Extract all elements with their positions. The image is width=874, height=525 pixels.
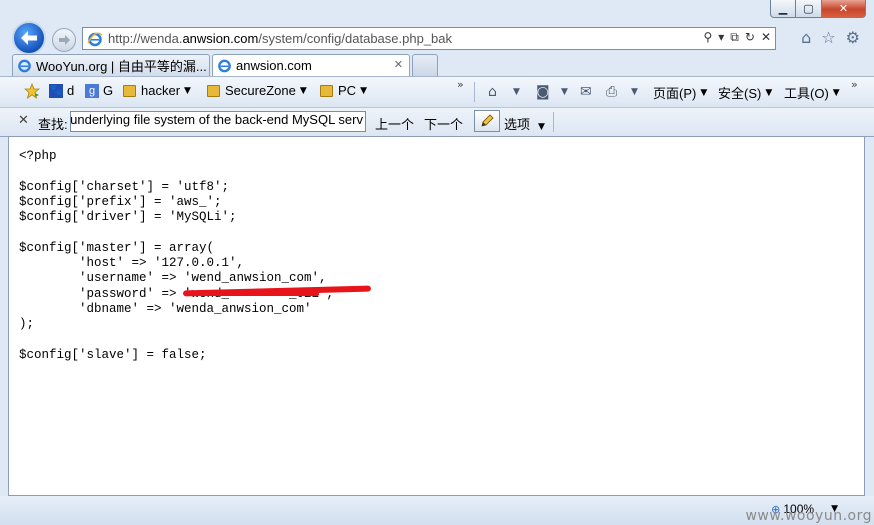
favorites-star-icon[interactable] [24, 83, 40, 99]
chevron-more-icon[interactable]: » [851, 78, 858, 91]
find-bar: ✕ 查找: underlying file system of the back… [0, 107, 874, 137]
search-icon[interactable]: ⚲ [703, 30, 712, 45]
find-input[interactable]: underlying file system of the back-end M… [70, 111, 366, 132]
mail-icon[interactable]: ✉ [580, 84, 592, 100]
safety-menu[interactable]: 安全(S) ▼ [718, 83, 772, 102]
window-controls: ▁ ▢ ✕ [770, 0, 866, 19]
browser-icons: ⌂ ☆ ⚙ [801, 28, 860, 47]
star-icon[interactable]: ☆ [821, 28, 835, 47]
ie-page-icon [87, 32, 103, 46]
favorite-folder-pc[interactable]: PC ▼ [320, 83, 367, 98]
folder-icon [123, 84, 136, 97]
php-source-text: <?php $config['charset'] = 'utf8'; $conf… [19, 149, 334, 362]
favorite-folder-hacker[interactable]: hacker ▼ [123, 83, 191, 98]
home-icon[interactable]: ⌂ [801, 28, 811, 47]
maximize-button[interactable]: ▢ [796, 0, 822, 18]
tab-wooyun[interactable]: WooYun.org | 自由平等的漏... [12, 54, 210, 76]
chevron-down-icon: ▼ [538, 122, 545, 132]
highlight-button[interactable] [474, 110, 500, 132]
tab-strip: WooYun.org | 自由平等的漏... anwsion.com ✕ [0, 54, 874, 76]
paw-icon: 🐾 [49, 83, 63, 98]
google-icon: g [85, 83, 99, 98]
folder-icon [207, 84, 220, 97]
minimize-button[interactable]: ▁ [770, 0, 796, 18]
arrow-left-icon [21, 31, 37, 45]
chevron-down-icon: ▼ [832, 87, 840, 98]
arrow-right-icon [58, 35, 70, 45]
stop-icon[interactable]: ✕ [761, 30, 771, 45]
chevron-down-icon[interactable]: ▼ [513, 87, 520, 97]
browser-window: ▁ ▢ ✕ http://wenda.anwsion.com/system/co… [0, 0, 874, 525]
chevron-down-icon: ▼ [184, 85, 191, 96]
compat-icon[interactable]: ⧉ [730, 30, 739, 45]
address-tools: ⚲ ▾ ⧉ ↻ ✕ [703, 30, 771, 45]
divider [474, 82, 475, 102]
address-url: http://wenda.anwsion.com/system/config/d… [108, 31, 453, 46]
address-bar[interactable]: http://wenda.anwsion.com/system/config/d… [82, 27, 776, 50]
watermark: www.wooyun.org [745, 508, 872, 524]
status-bar: ⊕ 100% ▼ www.wooyun.org [0, 496, 874, 525]
ie-page-icon [18, 59, 31, 73]
chevron-down-icon: ▼ [765, 87, 773, 98]
forward-button[interactable] [52, 28, 76, 52]
favorite-item-d[interactable]: 🐾 d [49, 83, 74, 98]
refresh-icon[interactable]: ↻ [745, 30, 755, 45]
close-window-button[interactable]: ✕ [822, 0, 866, 18]
divider [553, 112, 554, 132]
close-find-icon[interactable]: ✕ [18, 113, 29, 128]
dropdown-icon[interactable]: ▾ [718, 30, 724, 45]
favorite-folder-securezone[interactable]: SecureZone ▼ [207, 83, 307, 98]
command-bar: 🐾 d g G hacker ▼ SecureZone ▼ PC ▼ » ⌂ ▼ ◙ … [0, 76, 874, 108]
new-tab-button[interactable] [412, 54, 438, 76]
close-tab-icon[interactable]: ✕ [394, 58, 403, 71]
find-label: 查找: [38, 117, 68, 132]
tools-menu[interactable]: 工具(O) ▼ [784, 83, 840, 102]
find-previous-button[interactable]: 上一个 [375, 114, 414, 133]
navigation-bar: http://wenda.anwsion.com/system/config/d… [0, 20, 874, 55]
chevron-more-icon[interactable]: » [457, 78, 464, 91]
pencil-icon [481, 114, 494, 127]
home-icon[interactable]: ⌂ [488, 84, 497, 100]
chevron-down-icon[interactable]: ▼ [561, 87, 568, 97]
password-redaction-mark [199, 292, 319, 296]
gear-icon[interactable]: ⚙ [846, 28, 860, 47]
ie-page-icon [218, 59, 231, 73]
chevron-down-icon: ▼ [700, 87, 708, 98]
tab-anwsion[interactable]: anwsion.com ✕ [212, 54, 410, 76]
back-button[interactable] [12, 21, 46, 55]
print-icon[interactable]: ⎙ [606, 84, 617, 100]
rss-icon[interactable]: ◙ [536, 84, 550, 100]
favorite-item-g[interactable]: g G [85, 83, 113, 98]
find-next-button[interactable]: 下一个 [424, 114, 463, 133]
chevron-down-icon: ▼ [299, 85, 307, 96]
chevron-down-icon[interactable]: ▼ [631, 87, 638, 97]
chevron-down-icon: ▼ [360, 85, 367, 96]
page-content: <?php $config['charset'] = 'utf8'; $conf… [8, 136, 865, 496]
page-menu[interactable]: 页面(P) ▼ [653, 83, 707, 102]
folder-icon [320, 84, 333, 97]
find-options-menu[interactable]: 选项 ▼ [504, 114, 545, 133]
